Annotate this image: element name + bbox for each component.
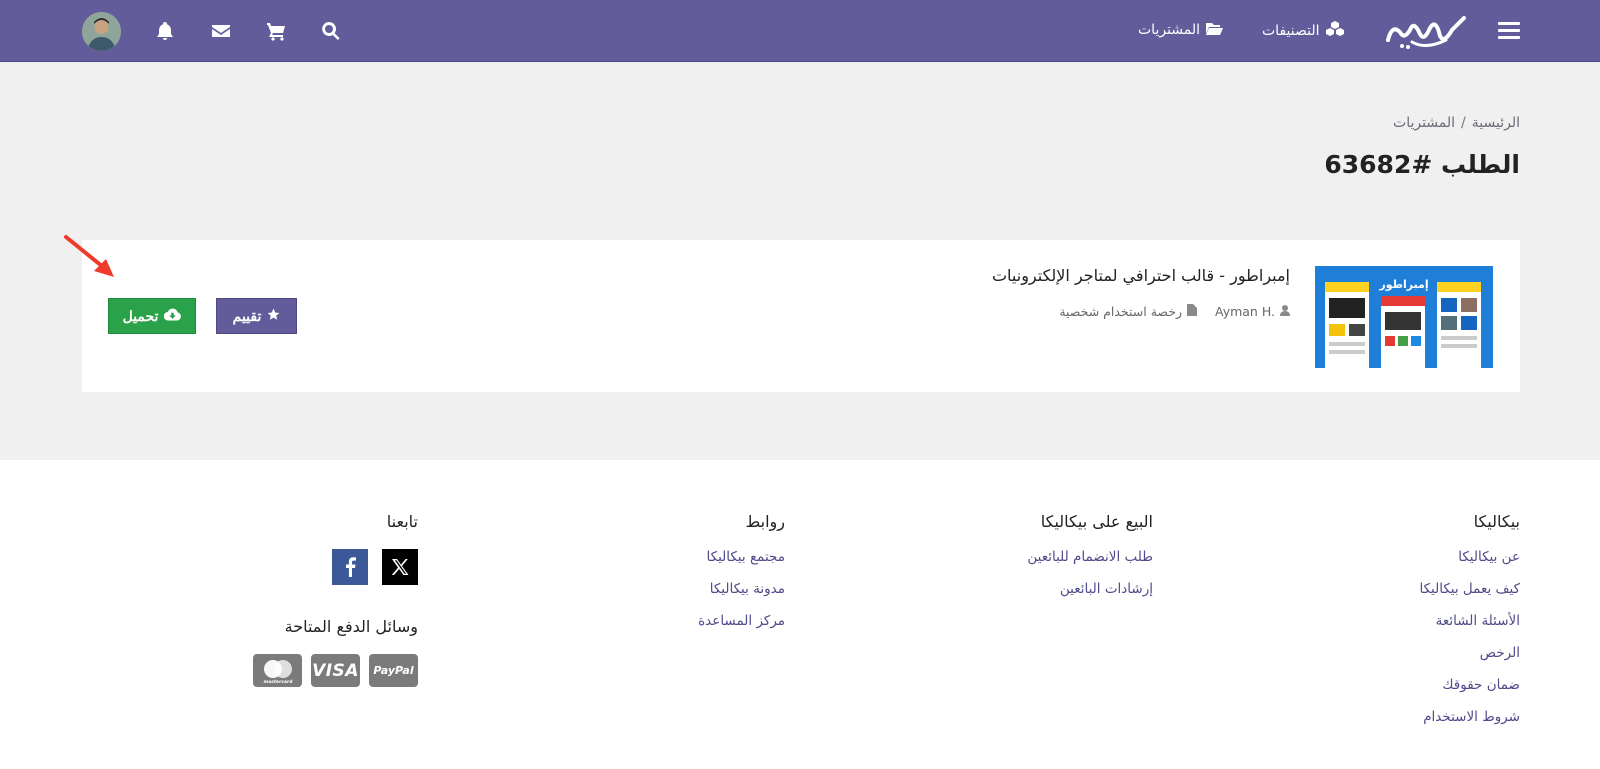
- breadcrumb: الرئيسية / المشتريات: [1393, 115, 1520, 131]
- rate-button-label: تقييم: [232, 307, 262, 324]
- cloud-download-icon: [164, 308, 182, 324]
- site-logo[interactable]: [1382, 10, 1466, 52]
- star-icon: [267, 308, 280, 324]
- mastercard-icon: mastercard: [253, 654, 302, 687]
- user-avatar[interactable]: [82, 12, 121, 51]
- breadcrumb-purchases[interactable]: المشتريات: [1393, 115, 1455, 131]
- search-icon[interactable]: [321, 21, 341, 41]
- footer-col-brand: بيكاليكا عن بيكاليكا كيف يعمل بيكاليكا ا…: [1419, 512, 1520, 741]
- bell-icon[interactable]: [155, 21, 175, 41]
- download-button-label: تحميل: [122, 307, 159, 324]
- license-meta: رخصة استخدام شخصية: [1059, 304, 1197, 319]
- author-meta: Ayman H.: [1215, 304, 1290, 319]
- product-title[interactable]: إمبراطور - قالب احترافي لمتاجر الإلكترون…: [992, 266, 1290, 285]
- cubes-icon: [1325, 21, 1344, 41]
- social-links: [253, 549, 418, 585]
- file-icon: [1187, 304, 1197, 319]
- folder-open-icon: [1206, 21, 1224, 39]
- nav-purchases-label: المشتريات: [1138, 22, 1201, 38]
- annotation-arrow-icon: [64, 235, 114, 277]
- rate-button[interactable]: تقييم: [216, 298, 297, 334]
- footer-link-how-it-works[interactable]: كيف يعمل بيكاليكا: [1419, 581, 1520, 597]
- visa-icon: VISA: [311, 654, 360, 687]
- thumbnail-caption: إمبراطور: [1378, 278, 1428, 291]
- download-button[interactable]: تحميل: [108, 298, 196, 334]
- footer-link-terms[interactable]: شروط الاستخدام: [1423, 709, 1520, 725]
- footer-col-sell-title: البيع على بيكاليكا: [1040, 512, 1153, 531]
- footer-link-community[interactable]: مجتمع بيكاليكا: [707, 549, 785, 565]
- footer-col-links: روابط مجتمع بيكاليكا مدونة بيكاليكا مركز…: [698, 512, 785, 645]
- breadcrumb-separator: /: [1461, 115, 1466, 131]
- envelope-icon[interactable]: [211, 21, 231, 41]
- footer-link-rights[interactable]: ضمان حقوقك: [1442, 677, 1520, 693]
- footer-link-seller-guidelines[interactable]: إرشادات البائعين: [1060, 581, 1153, 597]
- footer-col-links-title: روابط: [745, 512, 785, 531]
- site-footer: بيكاليكا عن بيكاليكا كيف يعمل بيكاليكا ا…: [0, 460, 1600, 769]
- footer-col-brand-title: بيكاليكا: [1473, 512, 1520, 531]
- footer-link-blog[interactable]: مدونة بيكاليكا: [710, 581, 785, 597]
- page-title: الطلب #63682: [1324, 150, 1520, 179]
- product-meta: Ayman H. رخصة استخدام شخصية: [1059, 304, 1290, 319]
- payment-methods-title: وسائل الدفع المتاحة: [284, 617, 418, 636]
- paypal-icon: PayPal: [369, 654, 418, 687]
- cart-icon[interactable]: [266, 21, 286, 41]
- user-icon: [1280, 304, 1290, 319]
- payment-methods: PayPal VISA mastercard: [253, 654, 418, 687]
- footer-link-licenses[interactable]: الرخص: [1480, 645, 1520, 661]
- license-type: رخصة استخدام شخصية: [1059, 304, 1182, 319]
- author-name: Ayman H.: [1215, 304, 1275, 319]
- top-navbar: التصنيفات المشتريات: [0, 0, 1600, 62]
- x-twitter-icon[interactable]: [382, 549, 418, 585]
- order-item-card: إمبراطور إمبراطور - قالب احترافي لمتاجر …: [82, 240, 1520, 392]
- footer-link-join-sellers[interactable]: طلب الانضمام للبائعين: [1027, 549, 1153, 565]
- nav-categories[interactable]: التصنيفات: [1262, 21, 1344, 41]
- footer-col-follow-title: تابعنا: [386, 512, 418, 531]
- menu-icon[interactable]: [1498, 22, 1520, 39]
- footer-link-faq[interactable]: الأسئلة الشائعة: [1436, 613, 1520, 629]
- footer-link-help-center[interactable]: مركز المساعدة: [698, 613, 785, 629]
- product-thumbnail[interactable]: إمبراطور: [1315, 266, 1493, 368]
- nav-categories-label: التصنيفات: [1262, 23, 1320, 39]
- nav-purchases[interactable]: المشتريات: [1138, 21, 1224, 39]
- footer-link-about[interactable]: عن بيكاليكا: [1458, 549, 1520, 565]
- breadcrumb-home[interactable]: الرئيسية: [1472, 115, 1520, 131]
- footer-col-sell: البيع على بيكاليكا طلب الانضمام للبائعين…: [1027, 512, 1153, 613]
- facebook-icon[interactable]: [332, 549, 368, 585]
- footer-col-follow: تابعنا وسائل الدفع المتاحة PayPal VISA m…: [253, 512, 418, 687]
- mastercard-label: mastercard: [263, 679, 293, 685]
